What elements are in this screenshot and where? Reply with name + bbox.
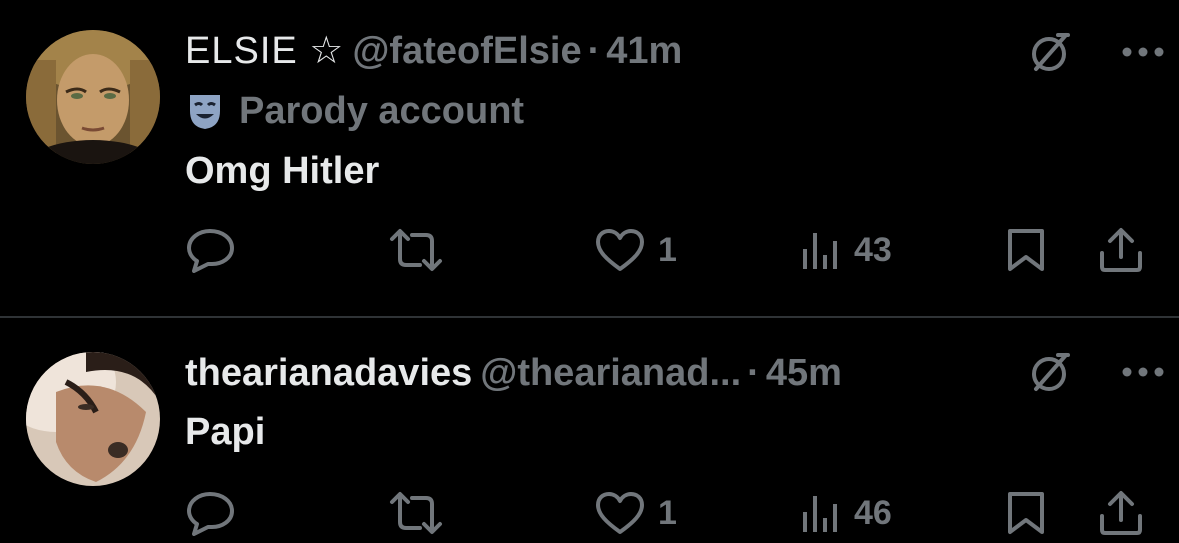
- grok-icon[interactable]: [1024, 345, 1078, 399]
- tweet-text: Papi: [185, 411, 266, 453]
- timestamp[interactable]: 45m: [766, 352, 842, 394]
- reply-icon: [187, 229, 234, 273]
- share-icon: [1100, 228, 1142, 272]
- views-button[interactable]: 46: [800, 488, 892, 538]
- like-icon: [596, 229, 644, 271]
- bookmark-icon: [1008, 229, 1044, 271]
- theater-mask-icon: [190, 95, 220, 129]
- reply-icon: [187, 492, 234, 536]
- view-count: 43: [854, 230, 892, 269]
- retweet-button[interactable]: [388, 488, 456, 538]
- tweet-actions: 1 43: [0, 225, 1179, 275]
- tweet-top-actions: [1024, 348, 1166, 396]
- handle[interactable]: @thearianad...: [480, 352, 741, 394]
- tweet-actions: 1 46: [0, 488, 1179, 538]
- share-button[interactable]: [1098, 225, 1144, 275]
- tweet-header: ELSIE ☆ @fateofElsie · 41m: [185, 27, 682, 75]
- like-count: 1: [658, 493, 677, 532]
- retweet-icon: [390, 229, 442, 271]
- reply-button[interactable]: [186, 225, 248, 275]
- bookmark-button[interactable]: [1004, 225, 1048, 275]
- bookmark-icon: [1008, 492, 1044, 534]
- views-button[interactable]: 43: [800, 225, 892, 275]
- like-icon: [596, 492, 644, 534]
- share-button[interactable]: [1098, 488, 1144, 538]
- avatar[interactable]: [26, 30, 160, 164]
- tweet-top-actions: [1024, 28, 1166, 76]
- parody-label-text: Parody account: [239, 89, 525, 132]
- views-icon: [803, 233, 837, 269]
- tweet-header: thearianadavies @thearianad... · 45m: [185, 349, 842, 397]
- like-count: 1: [658, 230, 677, 269]
- separator: ·: [587, 30, 601, 72]
- tweet[interactable]: thearianadavies @thearianad... · 45m Papi: [0, 318, 1179, 543]
- more-icon[interactable]: [1120, 365, 1166, 379]
- grok-icon[interactable]: [1024, 25, 1078, 79]
- separator: ·: [747, 352, 760, 394]
- avatar[interactable]: [26, 352, 160, 486]
- like-button[interactable]: 1: [594, 225, 677, 275]
- retweet-button[interactable]: [388, 225, 456, 275]
- view-count: 46: [854, 493, 892, 532]
- timestamp[interactable]: 41m: [606, 30, 682, 72]
- bookmark-button[interactable]: [1004, 488, 1048, 538]
- share-icon: [1100, 491, 1142, 535]
- more-icon[interactable]: [1120, 45, 1166, 59]
- tweet-text: Omg Hitler: [185, 150, 380, 192]
- display-name[interactable]: thearianadavies: [185, 352, 472, 394]
- like-button[interactable]: 1: [594, 488, 677, 538]
- tweet[interactable]: ELSIE ☆ @fateofElsie · 41m Parody account O…: [0, 0, 1179, 316]
- views-icon: [803, 496, 837, 532]
- display-name[interactable]: ELSIE ☆: [185, 30, 344, 72]
- handle[interactable]: @fateofElsie: [352, 30, 581, 72]
- reply-button[interactable]: [186, 488, 248, 538]
- retweet-icon: [390, 492, 442, 534]
- parody-label[interactable]: Parody account: [185, 88, 524, 134]
